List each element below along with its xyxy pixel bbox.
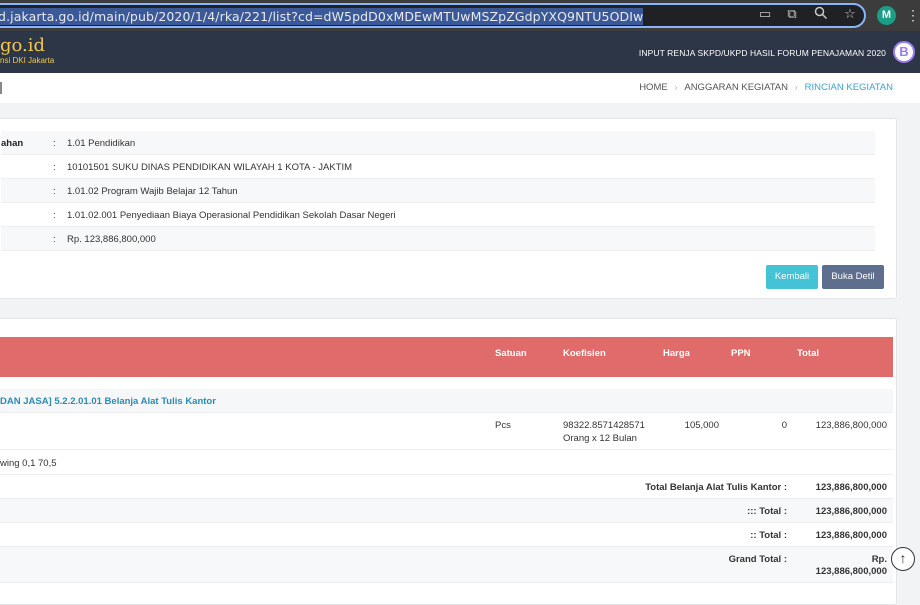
summary-value: 123,886,800,000 xyxy=(815,506,887,517)
cell-spec: wing 0,1 70,5 xyxy=(0,458,57,469)
grand-total-amount: 123,886,800,000 xyxy=(815,566,887,577)
address-bar[interactable]: bd.jakarta.go.id/main/pub/2020/1/4/rka/2… xyxy=(0,3,866,28)
summary-row-total-3: ::: Total : 123,886,800,000 xyxy=(0,499,893,523)
info-value: 1.01 Pendidikan xyxy=(67,138,136,149)
cell-koefisien-unit: Orang x 12 Bulan xyxy=(563,433,637,444)
breadcrumb-bar: HOME › ANGGARAN KEGIATAN › RINCIAN KEGIA… xyxy=(0,73,920,103)
summary-label: ::: Total : xyxy=(747,506,787,517)
info-colon: : xyxy=(53,162,56,173)
info-value: 1.01.02 Program Wajib Belajar 12 Tahun xyxy=(67,186,238,197)
summary-value: 123,886,800,000 xyxy=(815,482,887,493)
translate-icon[interactable]: ⧉ xyxy=(783,6,801,24)
kebab-menu-icon[interactable]: ⋮ xyxy=(906,6,920,24)
header-title: INPUT RENJA SKPD/UKPD HASIL FORUM PENAJA… xyxy=(638,48,886,58)
col-header-satuan: Satuan xyxy=(495,348,527,359)
profile-avatar[interactable]: M xyxy=(877,6,896,25)
grand-total-prefix: Rp. xyxy=(871,554,887,565)
breadcrumb-separator-icon: › xyxy=(795,83,798,92)
cell-koefisien: 98322.8571428571 xyxy=(563,420,645,431)
breadcrumb-rincian: RINCIAN KEGIATAN xyxy=(804,82,893,93)
info-colon: : xyxy=(53,138,56,149)
info-row-pagu: : Rp. 123,886,800,000 xyxy=(1,227,875,251)
cell-harga: 105,000 xyxy=(684,420,719,431)
col-header-harga: Harga xyxy=(663,348,690,359)
breadcrumb-home[interactable]: HOME xyxy=(639,82,668,93)
info-row-kegiatan: : 1.01.02.001 Penyediaan Biaya Operasion… xyxy=(1,203,875,227)
info-row-urusan: ahan : 1.01 Pendidikan xyxy=(1,131,875,155)
col-header-total: Total xyxy=(797,348,819,359)
grand-total-row: Grand Total : Rp. 123,886,800,000 xyxy=(0,547,893,583)
activity-info-card: ahan : 1.01 Pendidikan : 10101501 SUKU D… xyxy=(0,118,897,299)
site-logo[interactable]: go.id xyxy=(0,35,45,56)
info-label: ahan xyxy=(1,138,24,149)
breadcrumb-separator-icon: › xyxy=(674,83,678,92)
cell-ppn: 0 xyxy=(781,420,787,431)
group-title-link[interactable]: DAN JASA] 5.2.2.01.01 Belanja Alat Tulis… xyxy=(0,396,216,407)
info-colon: : xyxy=(53,186,56,197)
summary-row-total-2: :: Total : 123,886,800,000 xyxy=(0,523,893,547)
bookmark-star-icon[interactable]: ☆ xyxy=(841,6,859,24)
browser-toolbar: bd.jakarta.go.id/main/pub/2020/1/4/rka/2… xyxy=(0,0,920,31)
summary-label: Total Belanja Alat Tulis Kantor : xyxy=(645,482,787,493)
grand-total-value: Rp. 123,886,800,000 xyxy=(816,554,887,578)
page-title-marker xyxy=(0,82,2,94)
scroll-to-top-icon[interactable]: ↑ xyxy=(891,547,915,571)
screen-cast-icon[interactable]: ▭ xyxy=(756,6,774,24)
site-logo-subtitle: nsi DKI Jakarta xyxy=(0,56,55,65)
summary-label: :: Total : xyxy=(750,530,787,541)
url-text[interactable]: bd.jakarta.go.id/main/pub/2020/1/4/rka/2… xyxy=(0,8,644,25)
table-group-row: DAN JASA] 5.2.2.01.01 Belanja Alat Tulis… xyxy=(0,389,893,413)
col-header-ppn: PPN xyxy=(731,348,751,359)
info-row-program: : 1.01.02 Program Wajib Belajar 12 Tahun xyxy=(1,179,875,203)
info-value: Rp. 123,886,800,000 xyxy=(67,234,156,245)
app-header: go.id nsi DKI Jakarta INPUT RENJA SKPD/U… xyxy=(0,31,920,73)
breadcrumb: HOME › ANGGARAN KEGIATAN › RINCIAN KEGIA… xyxy=(639,82,893,93)
header-badge-icon[interactable]: B xyxy=(893,41,915,63)
kembali-button[interactable]: Kembali xyxy=(766,265,818,289)
summary-row-belanja: Total Belanja Alat Tulis Kantor : 123,88… xyxy=(0,475,893,499)
info-colon: : xyxy=(53,234,56,245)
info-value: 10101501 SUKU DINAS PENDIDIKAN WILAYAH 1… xyxy=(67,162,353,173)
buka-detil-button[interactable]: Buka Detil xyxy=(822,265,884,289)
breadcrumb-anggaran[interactable]: ANGGARAN KEGIATAN xyxy=(684,82,788,93)
table-row-spec: wing 0,1 70,5 xyxy=(0,450,893,475)
table-header: Satuan Koefisien Harga PPN Total xyxy=(0,337,893,377)
cell-satuan: Pcs xyxy=(495,420,511,431)
col-header-koefisien: Koefisien xyxy=(563,348,606,359)
info-row-unit: : 10101501 SUKU DINAS PENDIDIKAN WILAYAH… xyxy=(1,155,875,179)
table-row: Pcs 98322.8571428571 Orang x 12 Bulan 10… xyxy=(0,413,893,450)
grand-total-label: Grand Total : xyxy=(728,554,787,565)
info-colon: : xyxy=(53,210,56,221)
summary-value: 123,886,800,000 xyxy=(815,530,887,541)
cell-total: 123,886,800,000 xyxy=(815,420,887,431)
info-value: 1.01.02.001 Penyediaan Biaya Operasional… xyxy=(67,210,396,221)
zoom-icon[interactable] xyxy=(812,6,830,24)
